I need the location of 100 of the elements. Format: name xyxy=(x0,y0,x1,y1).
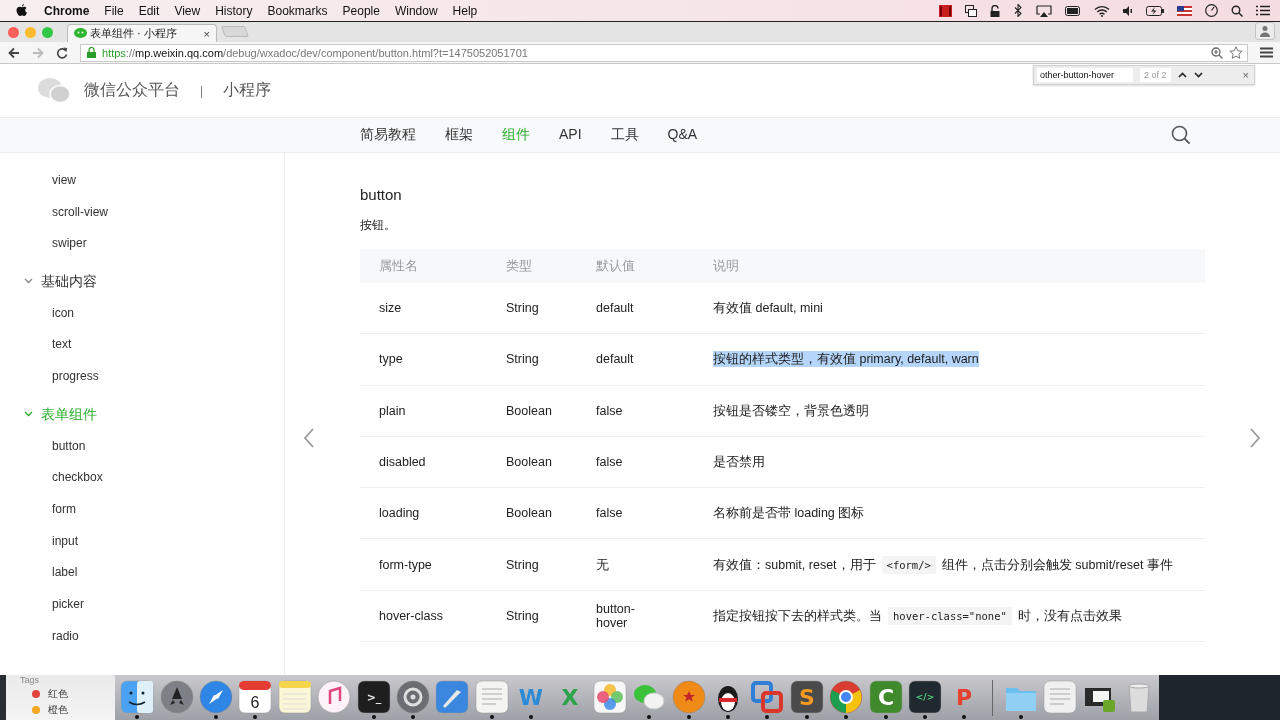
table-cell: 是否禁用 xyxy=(713,454,765,471)
back-icon[interactable] xyxy=(8,46,20,59)
chat-bubbles-icon xyxy=(38,77,70,104)
search-icon[interactable] xyxy=(1171,125,1191,145)
previous-match-icon[interactable] xyxy=(1177,72,1187,78)
table-cell-text: disabled xyxy=(378,455,427,470)
next-page-icon[interactable] xyxy=(1249,428,1261,448)
code-icon[interactable]: </> xyxy=(907,680,942,714)
apple-icon[interactable] xyxy=(16,3,28,18)
clock-icon[interactable] xyxy=(1205,4,1218,17)
terminal-icon[interactable]: >_ xyxy=(356,680,391,714)
ring-logo-icon[interactable] xyxy=(829,680,864,714)
ball-icon[interactable] xyxy=(671,680,706,714)
sidebar-group[interactable]: 基础内容 xyxy=(0,270,284,302)
sidebar-item[interactable]: scroll-view xyxy=(0,200,284,233)
film-icon[interactable] xyxy=(939,4,952,17)
browser-tab[interactable]: 表单组件 · 小程序 × xyxy=(67,24,217,42)
table-cell: 按钮是否镂空，背景色透明 xyxy=(713,402,869,419)
flag-icon[interactable] xyxy=(1177,5,1192,16)
table-cell-text: type xyxy=(378,352,404,367)
zoom-icon[interactable] xyxy=(1211,46,1223,59)
sidebar-item[interactable]: input xyxy=(0,529,284,562)
table-cell: 有效值 default, mini xyxy=(713,300,823,317)
table-cell-text: false xyxy=(595,506,624,521)
profile-button[interactable] xyxy=(1255,22,1275,40)
sidebar-item[interactable]: text xyxy=(0,333,284,366)
battery-icon[interactable] xyxy=(1065,5,1081,16)
menu-item[interactable]: File xyxy=(104,3,124,18)
gear-icon[interactable] xyxy=(395,680,430,714)
tag-item[interactable]: 红色 xyxy=(47,687,68,701)
column-header: 默认值 xyxy=(595,259,636,273)
previous-page-icon[interactable] xyxy=(303,428,315,448)
tags-heading: Tags xyxy=(18,675,40,686)
c-logo-icon[interactable]: C xyxy=(868,680,903,714)
site-brand[interactable]: 微信公众平台 xyxy=(84,80,180,101)
stacked-windows-icon[interactable] xyxy=(965,4,977,17)
wifi-icon[interactable] xyxy=(1094,4,1110,17)
menu-icon[interactable] xyxy=(1260,47,1273,58)
sidebar-item[interactable]: progress xyxy=(0,365,284,397)
person-icon xyxy=(1259,25,1271,37)
calendar-icon[interactable]: 6 xyxy=(238,680,273,714)
sidebar-item[interactable]: button xyxy=(0,434,284,467)
bluetooth-icon[interactable] xyxy=(1013,4,1023,17)
site-product[interactable]: 小程序 xyxy=(223,80,272,101)
table-cell-text: false xyxy=(595,455,624,470)
menu-item[interactable]: History xyxy=(215,3,253,18)
nav-tab[interactable]: API xyxy=(559,126,582,144)
table-cell: 按钮的样式类型，有效值 primary, default, warn xyxy=(713,351,979,368)
chevron-icon xyxy=(24,278,33,285)
table-cell-text: plain xyxy=(378,403,407,418)
sidebar-item[interactable]: checkbox xyxy=(0,466,284,498)
list-icon[interactable] xyxy=(1256,5,1270,16)
sidebar-item[interactable]: icon xyxy=(0,301,284,334)
reload-icon[interactable] xyxy=(56,46,68,59)
table-cell: 指定按钮按下去的样式类。当 hover-class="none" 时，没有点击效果 xyxy=(713,607,1122,624)
rocket-icon[interactable] xyxy=(159,680,194,714)
nav-tab[interactable]: Q&A xyxy=(667,126,698,144)
battery-charging-icon[interactable] xyxy=(1146,5,1164,16)
menu-item[interactable]: People xyxy=(342,3,380,18)
sidebar-item[interactable]: view xyxy=(0,169,284,201)
menu-item[interactable]: View xyxy=(174,3,201,18)
menu-item[interactable]: Help xyxy=(452,3,478,18)
nav-tab[interactable]: 简易教程 xyxy=(360,126,416,144)
flower-icon[interactable] xyxy=(592,680,627,714)
nav-tab[interactable]: 工具 xyxy=(610,126,639,144)
volume-icon[interactable] xyxy=(1123,5,1133,16)
sidebar-item[interactable]: picker xyxy=(0,592,284,625)
next-match-icon[interactable] xyxy=(1193,72,1203,78)
app-menu[interactable]: Chrome xyxy=(44,3,90,18)
sidebar-item[interactable]: form xyxy=(0,497,284,530)
table-cell-text: hover-class xyxy=(378,608,444,623)
address-bar[interactable]: https://mp.weixin.qq.com/debug/wxadoc/dev/component/button.html?t=1475052051701 xyxy=(80,43,1248,62)
search-icon[interactable] xyxy=(1231,4,1243,17)
sidebar-item[interactable]: label xyxy=(0,561,284,593)
table-cell-text: String xyxy=(505,301,540,316)
overlapping-squares-icon[interactable] xyxy=(750,680,785,714)
table-cell-text: false xyxy=(595,403,624,418)
music-note-icon[interactable] xyxy=(317,680,352,714)
tag-item[interactable]: 橙色 xyxy=(47,703,68,717)
menu-item[interactable]: Window xyxy=(394,3,438,18)
component-description: 按钮。 xyxy=(360,217,397,234)
table-cell-text: size xyxy=(378,301,403,316)
column-header: 说明 xyxy=(712,259,740,273)
lock-icon[interactable] xyxy=(990,4,1000,17)
face-icon[interactable] xyxy=(120,680,155,714)
menu-item[interactable]: Edit xyxy=(138,3,160,18)
s-logo-icon[interactable]: S xyxy=(789,680,824,714)
menu-item[interactable]: Bookmarks xyxy=(267,3,328,18)
display-icon[interactable] xyxy=(1036,4,1052,17)
close-find-button[interactable]: × xyxy=(1242,69,1249,81)
nav-tab[interactable]: 框架 xyxy=(445,126,473,144)
compass-icon[interactable] xyxy=(198,680,233,714)
match-count: 2 of 2 xyxy=(1140,68,1171,82)
tab-close-button[interactable]: × xyxy=(203,27,210,40)
sidebar-item[interactable]: radio xyxy=(0,624,284,657)
find-field[interactable]: other-button-hover xyxy=(1037,68,1133,82)
table-cell-text: 无 xyxy=(595,557,610,572)
star-icon[interactable] xyxy=(1229,46,1243,59)
component-title: button xyxy=(360,186,403,203)
sidebar-item[interactable]: swiper xyxy=(0,232,284,265)
